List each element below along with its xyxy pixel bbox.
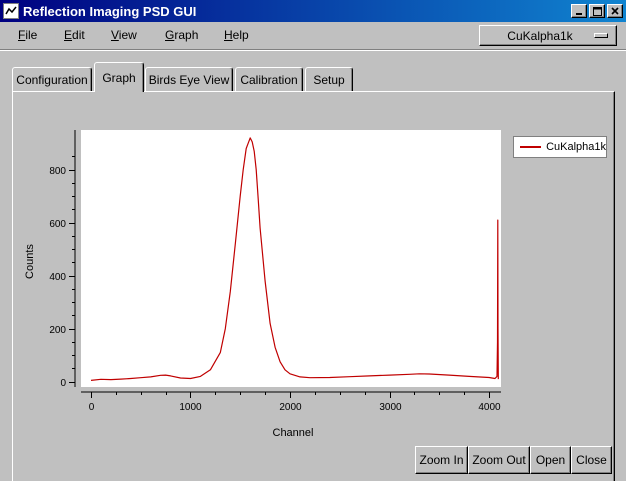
- close-button[interactable]: Close: [571, 446, 612, 474]
- x-tick-label: 4000: [478, 402, 501, 413]
- zoom-out-button[interactable]: Zoom Out: [468, 446, 530, 474]
- chart-legend: CuKalpha1k: [513, 136, 607, 158]
- series-line-cukalpha1k: [90, 137, 499, 381]
- x-tick-label: 1000: [179, 402, 202, 413]
- legend-swatch: [520, 146, 542, 148]
- legend-label: CuKalpha1k: [546, 141, 606, 153]
- y-tick-label: 200: [49, 325, 66, 336]
- tab-graph[interactable]: Graph: [94, 62, 144, 92]
- y-tick-label: 800: [49, 166, 66, 177]
- y-tick-label: 400: [49, 272, 66, 283]
- x-tick-label: 0: [89, 402, 95, 413]
- open-button[interactable]: Open: [530, 446, 571, 474]
- x-axis-label: Channel: [273, 427, 314, 439]
- x-tick-label: 3000: [379, 402, 402, 413]
- x-tick-label: 2000: [279, 402, 302, 413]
- y-tick-label: 600: [49, 219, 66, 230]
- zoom-in-button[interactable]: Zoom In: [415, 446, 468, 474]
- y-axis-label: Counts: [24, 244, 36, 279]
- y-tick-label: 0: [60, 378, 66, 389]
